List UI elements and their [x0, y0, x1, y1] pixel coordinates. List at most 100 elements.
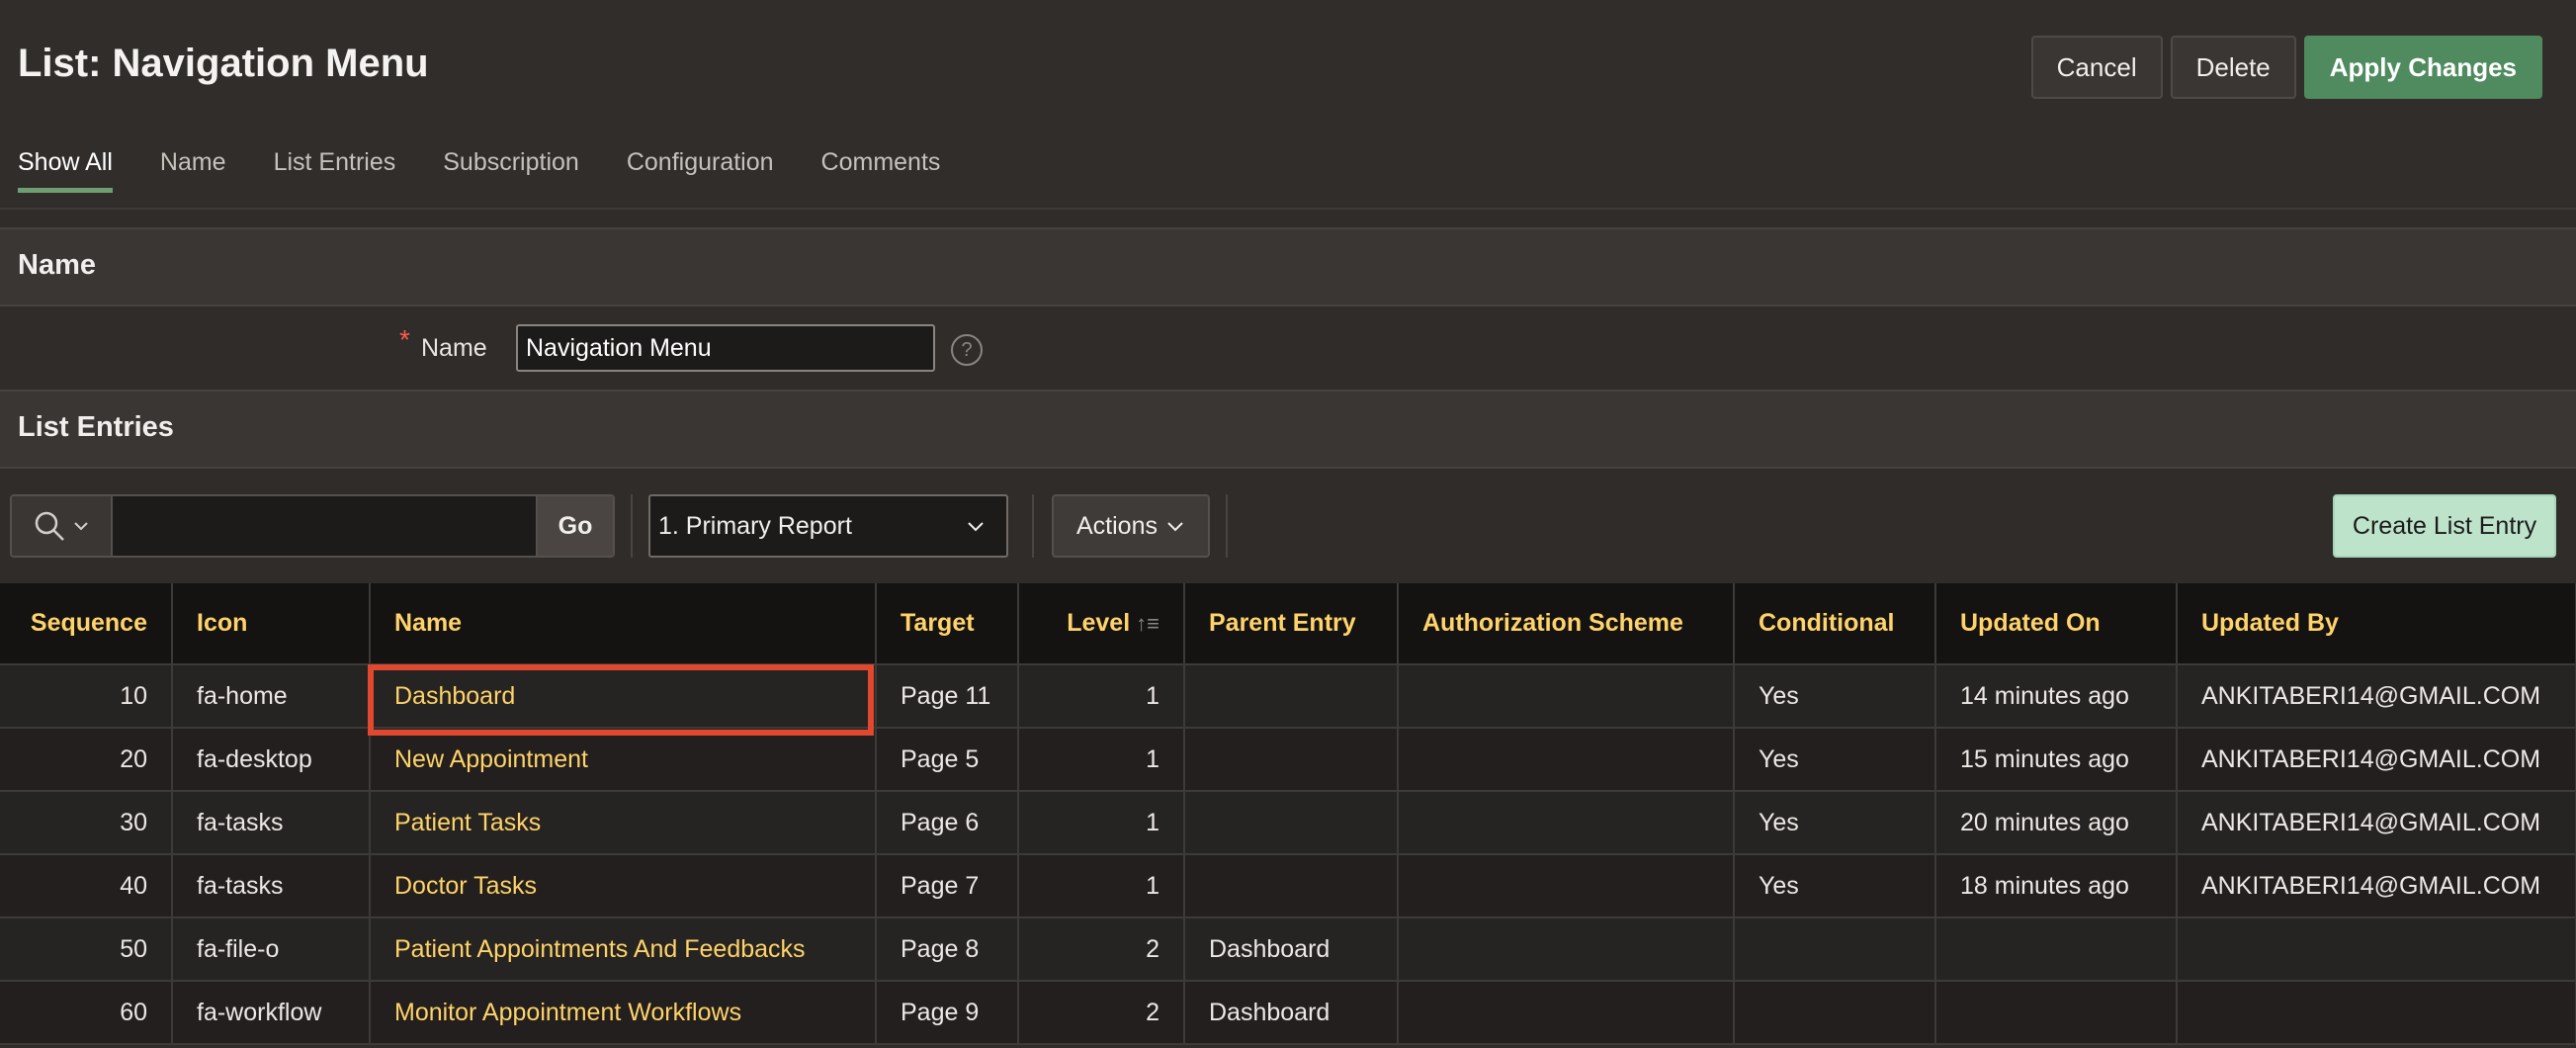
cell-name-link[interactable]: New Appointment	[370, 728, 877, 792]
column-header-conditional[interactable]: Conditional	[1734, 583, 1936, 665]
chevron-down-icon	[968, 522, 984, 532]
cell-icon: fa-tasks	[172, 854, 371, 918]
cell-parent-entry: Dashboard	[1184, 917, 1399, 982]
search-bar: Go	[10, 494, 615, 558]
tab-name[interactable]: Name	[160, 148, 226, 193]
cancel-button[interactable]: Cancel	[2030, 36, 2163, 99]
cell-icon: fa-workflow	[172, 981, 371, 1045]
cell-sequence: 50	[0, 917, 173, 982]
column-header-name[interactable]: Name	[370, 583, 877, 665]
cell-authorization-scheme	[1398, 664, 1735, 729]
help-icon[interactable]: ?	[951, 334, 983, 366]
cell-sequence: 40	[0, 854, 173, 918]
delete-button[interactable]: Delete	[2170, 36, 2296, 99]
create-list-entry-button[interactable]: Create List Entry	[2333, 494, 2556, 558]
actions-menu-button[interactable]: Actions	[1052, 494, 1210, 558]
report-select[interactable]: 1. Primary Report	[648, 494, 1008, 558]
cell-authorization-scheme	[1398, 917, 1735, 982]
column-header-updated-on[interactable]: Updated On	[1935, 583, 2178, 665]
cell-conditional	[1734, 981, 1936, 1045]
column-header-parent-entry[interactable]: Parent Entry	[1184, 583, 1399, 665]
cell-parent-entry	[1184, 854, 1399, 918]
cell-target: Page 6	[876, 791, 1019, 855]
cell-target: Page 11	[876, 664, 1019, 729]
search-icon	[35, 511, 64, 541]
go-button[interactable]: Go	[536, 496, 613, 556]
cell-sequence: 30	[0, 791, 173, 855]
table-row: 40 fa-tasks Doctor Tasks Page 7 1 Yes 18…	[0, 854, 2576, 918]
name-field-label: Name	[421, 334, 487, 362]
column-header-updated-by[interactable]: Updated By	[2177, 583, 2576, 665]
cell-updated-on	[1935, 917, 2178, 982]
table-row: 60 fa-workflow Monitor Appointment Workf…	[0, 981, 2576, 1045]
name-section-header: Name	[0, 227, 2576, 306]
tab-show-all[interactable]: Show All	[18, 148, 113, 193]
toolbar-divider	[631, 494, 633, 558]
chevron-down-icon	[1167, 522, 1183, 532]
table-row: 20 fa-desktop New Appointment Page 5 1 Y…	[0, 728, 2576, 792]
cell-sequence: 20	[0, 728, 173, 792]
column-header-sequence[interactable]: Sequence	[0, 583, 173, 665]
cell-conditional: Yes	[1734, 854, 1936, 918]
cell-updated-on: 15 minutes ago	[1935, 728, 2178, 792]
cell-conditional: Yes	[1734, 664, 1936, 729]
cell-target: Page 5	[876, 728, 1019, 792]
tab-list-entries[interactable]: List Entries	[274, 148, 396, 193]
cell-name-link[interactable]: Dashboard	[370, 664, 877, 729]
cell-name-link[interactable]: Doctor Tasks	[370, 854, 877, 918]
tab-subscription[interactable]: Subscription	[443, 148, 579, 193]
column-header-authorization-scheme[interactable]: Authorization Scheme	[1398, 583, 1735, 665]
cell-authorization-scheme	[1398, 791, 1735, 855]
actions-label: Actions	[1076, 511, 1158, 540]
apply-changes-button[interactable]: Apply Changes	[2303, 36, 2542, 99]
cell-authorization-scheme	[1398, 728, 1735, 792]
cell-parent-entry	[1184, 728, 1399, 792]
cell-authorization-scheme	[1398, 854, 1735, 918]
cell-updated-by: ANKITABERI14@GMAIL.COM	[2177, 664, 2576, 729]
cell-parent-entry	[1184, 664, 1399, 729]
cell-level: 1	[1018, 854, 1185, 918]
cell-icon: fa-tasks	[172, 791, 371, 855]
list-entries-table: Sequence Icon Name Target Level ↑≡ Parent…	[0, 583, 2576, 1045]
list-entries-section-header: List Entries	[0, 390, 2576, 469]
column-header-icon[interactable]: Icon	[172, 583, 371, 665]
cell-name-link[interactable]: Monitor Appointment Workflows	[370, 981, 877, 1045]
region-tabs: Show All Name List Entries Subscription …	[18, 148, 940, 193]
cell-updated-on	[1935, 981, 2178, 1045]
cell-updated-by: ANKITABERI14@GMAIL.COM	[2177, 854, 2576, 918]
search-column-picker[interactable]	[12, 496, 113, 556]
cell-conditional: Yes	[1734, 728, 1936, 792]
report-select-value: 1. Primary Report	[658, 511, 852, 540]
cell-name-link[interactable]: Patient Tasks	[370, 791, 877, 855]
report-toolbar: Go 1. Primary Report Actions Create List…	[0, 471, 2576, 583]
page-title: List: Navigation Menu	[18, 42, 429, 85]
cell-conditional: Yes	[1734, 791, 1936, 855]
toolbar-divider	[1032, 494, 1034, 558]
chevron-down-icon	[74, 522, 88, 531]
tab-configuration[interactable]: Configuration	[627, 148, 774, 193]
cell-parent-entry	[1184, 791, 1399, 855]
cell-target: Page 8	[876, 917, 1019, 982]
cell-updated-on: 18 minutes ago	[1935, 854, 2178, 918]
name-input[interactable]	[516, 324, 935, 372]
cell-level: 1	[1018, 728, 1185, 792]
cell-updated-on: 14 minutes ago	[1935, 664, 2178, 729]
table-row: 10 fa-home Dashboard Page 11 1 Yes 14 mi…	[0, 664, 2576, 729]
cell-updated-by	[2177, 917, 2576, 982]
search-input[interactable]	[113, 496, 536, 556]
cell-authorization-scheme	[1398, 981, 1735, 1045]
column-header-level[interactable]: Level ↑≡	[1018, 583, 1185, 665]
cell-name-link[interactable]: Patient Appointments And Feedbacks	[370, 917, 877, 982]
tab-comments[interactable]: Comments	[821, 148, 941, 193]
cell-target: Page 9	[876, 981, 1019, 1045]
cell-level: 2	[1018, 917, 1185, 982]
sort-ascending-icon: ↑≡	[1136, 611, 1159, 636]
toolbar-divider	[1226, 494, 1228, 558]
cell-sequence: 10	[0, 664, 173, 729]
cell-conditional	[1734, 917, 1936, 982]
cell-sequence: 60	[0, 981, 173, 1045]
cell-updated-on: 20 minutes ago	[1935, 791, 2178, 855]
column-header-target[interactable]: Target	[876, 583, 1019, 665]
table-header-row: Sequence Icon Name Target Level ↑≡ Parent…	[0, 583, 2576, 665]
cell-updated-by: ANKITABERI14@GMAIL.COM	[2177, 728, 2576, 792]
